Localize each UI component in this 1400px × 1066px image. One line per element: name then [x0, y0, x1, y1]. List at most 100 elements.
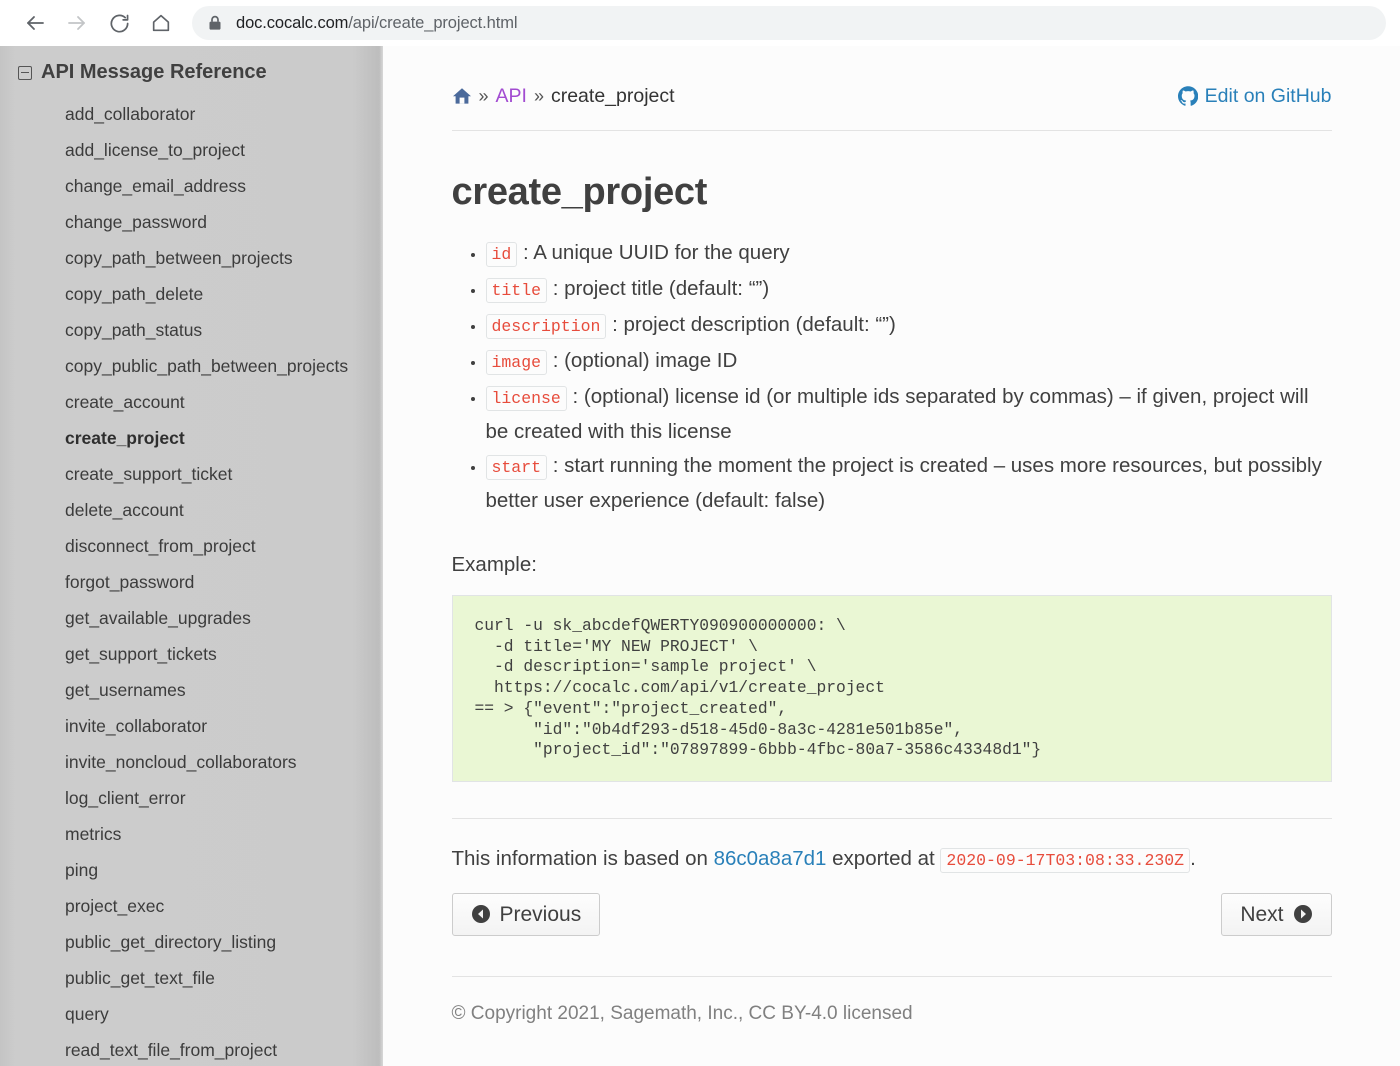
sidebar-item-label: copy_public_path_between_projects — [65, 356, 348, 376]
sidebar-item-get-support-tickets[interactable]: get_support_tickets — [0, 636, 383, 672]
sidebar-item-list: add_collaborator add_license_to_projectch… — [0, 96, 383, 1066]
previous-button[interactable]: Previous — [452, 893, 601, 936]
sidebar-item-copy-public-path-between-projects[interactable]: copy_public_path_between_projects — [0, 348, 383, 384]
breadcrumb-separator-2: » — [534, 86, 544, 107]
source-info-line: This information is based on 86c0a8a7d1 … — [452, 847, 1332, 871]
sidebar-item-label: copy_path_between_projects — [65, 248, 293, 268]
parameter-item: image : (optional) image ID — [486, 344, 1332, 379]
sidebar-navigation: API Message Reference add_collaboratorad… — [0, 46, 383, 1066]
sidebar-item-label: public_get_text_file — [65, 968, 215, 988]
sidebar-item-metrics[interactable]: metrics — [0, 816, 383, 852]
sidebar-item-label: get_usernames — [65, 680, 186, 700]
sidebar-item-label: ping — [65, 860, 98, 880]
sidebar-item-public-get-text-file[interactable]: public_get_text_file — [0, 960, 383, 996]
next-button[interactable]: Next — [1221, 893, 1331, 936]
next-button-label: Next — [1240, 904, 1283, 925]
sidebar-item-label: change_password — [65, 212, 207, 232]
sidebar-item-label: delete_account — [65, 500, 184, 520]
home-button[interactable] — [140, 2, 182, 44]
sidebar-item-invite-noncloud-collaborators[interactable]: invite_noncloud_collaborators — [0, 744, 383, 780]
sidebar-item-forgot-password[interactable]: forgot_password — [0, 564, 383, 600]
sidebar-item-label: get_support_tickets — [65, 644, 217, 664]
parameter-name-code: start — [486, 455, 548, 480]
sidebar-item-query[interactable]: query — [0, 996, 383, 1032]
sidebar-item-create-account[interactable]: create_account — [0, 384, 383, 420]
sidebar-item-log-client-error[interactable]: log_client_error — [0, 780, 383, 816]
sidebar-item-add-collaborator[interactable]: add_collaborator — [0, 96, 383, 132]
parameter-description: : (optional) license id (or multiple ids… — [486, 385, 1309, 443]
parameter-name-code: title — [486, 278, 548, 303]
main-content: » API » create_project Edit on GitHub cr… — [383, 46, 1400, 1066]
sidebar-item-ping[interactable]: ping — [0, 852, 383, 888]
sidebar-item-label: metrics — [65, 824, 121, 844]
github-icon — [1178, 86, 1198, 106]
sidebar-item-label: create_project — [65, 428, 185, 448]
info-middle: exported at — [826, 847, 940, 870]
collapse-toggle-icon[interactable] — [18, 66, 32, 80]
breadcrumb-link-api[interactable]: API — [496, 85, 527, 108]
sidebar-item-get-usernames[interactable]: get_usernames — [0, 672, 383, 708]
sidebar-item-label: change_email_address — [65, 176, 246, 196]
parameter-description: : start running the moment the project i… — [486, 454, 1322, 512]
forward-button[interactable] — [56, 2, 98, 44]
sidebar-item-copy-path-between-projects[interactable]: copy_path_between_projects — [0, 240, 383, 276]
parameter-name-code: license — [486, 386, 567, 411]
parameter-item: start : start running the moment the pro… — [486, 449, 1332, 517]
breadcrumb-current: create_project — [551, 85, 675, 108]
edit-on-github-link[interactable]: Edit on GitHub — [1178, 85, 1332, 108]
back-arrow-icon — [23, 11, 47, 35]
sidebar-item-label: public_get_directory_listing — [65, 932, 276, 952]
lock-icon — [208, 15, 222, 31]
sidebar-item-invite-collaborator[interactable]: invite_collaborator — [0, 708, 383, 744]
sidebar-item-disconnect-from-project[interactable]: disconnect_from_project — [0, 528, 383, 564]
parameter-description: : project title (default: “”) — [553, 277, 769, 300]
address-bar-url: doc.cocalc.com/api/create_project.html — [236, 14, 517, 33]
sidebar-item-label: create_account — [65, 392, 185, 412]
sidebar-item-public-get-directory-listing[interactable]: public_get_directory_listing — [0, 924, 383, 960]
sidebar-item-create-support-ticket[interactable]: create_support_ticket — [0, 456, 383, 492]
sidebar-item-label: forgot_password — [65, 572, 194, 592]
sidebar-item-add-license-to-project[interactable]: add_license_to_project — [0, 132, 383, 168]
sidebar-item-get-available-upgrades[interactable]: get_available_upgrades — [0, 600, 383, 636]
address-bar[interactable]: doc.cocalc.com/api/create_project.html — [192, 6, 1386, 40]
sidebar-item-copy-path-delete[interactable]: copy_path_delete — [0, 276, 383, 312]
parameter-item: license : (optional) license id (or mult… — [486, 380, 1332, 448]
sidebar-item-copy-path-status[interactable]: copy_path_status — [0, 312, 383, 348]
parameter-item: description : project description (defau… — [486, 308, 1332, 343]
sidebar-item-label: get_available_upgrades — [65, 608, 251, 628]
back-button[interactable] — [14, 2, 56, 44]
sidebar-item-label: copy_path_delete — [65, 284, 203, 304]
previous-button-label: Previous — [500, 904, 582, 925]
reload-icon — [108, 12, 131, 35]
content-wrapper: » API » create_project Edit on GitHub cr… — [442, 46, 1342, 1025]
arrow-left-circle-icon — [471, 904, 491, 924]
reload-button[interactable] — [98, 2, 140, 44]
parameter-name-code: image — [486, 350, 548, 375]
sidebar-item-label: invite_collaborator — [65, 716, 207, 736]
url-path: /api/create_project.html — [348, 14, 517, 32]
parameter-item: title : project title (default: “”) — [486, 272, 1332, 307]
sidebar-item-project-exec[interactable]: project_exec — [0, 888, 383, 924]
sidebar-item-label: project_exec — [65, 896, 164, 916]
info-prefix: This information is based on — [452, 847, 714, 870]
sidebar-caption-label: API Message Reference — [41, 61, 267, 84]
sidebar-item-label: copy_path_status — [65, 320, 202, 340]
commit-hash-link[interactable]: 86c0a8a7d1 — [714, 847, 827, 870]
sidebar-item-label: disconnect_from_project — [65, 536, 256, 556]
sidebar-item-create-project[interactable]: create_project — [0, 420, 383, 456]
parameter-name-code: id — [486, 242, 518, 267]
parameter-list: id : A unique UUID for the query title : … — [452, 236, 1332, 517]
edit-on-github-label: Edit on GitHub — [1205, 85, 1332, 108]
breadcrumb-separator-1: » — [479, 86, 489, 107]
page-title: create_project — [452, 171, 1332, 214]
sidebar-item-label: add_collaborator — [65, 104, 195, 124]
home-breadcrumb-icon[interactable] — [452, 87, 472, 105]
sidebar-item-change-email-address[interactable]: change_email_address — [0, 168, 383, 204]
sidebar-item-change-password[interactable]: change_password — [0, 204, 383, 240]
home-icon — [150, 12, 172, 34]
parameter-description: : A unique UUID for the query — [523, 241, 790, 264]
sidebar-caption[interactable]: API Message Reference — [0, 56, 383, 90]
browser-toolbar: doc.cocalc.com/api/create_project.html — [0, 0, 1400, 46]
sidebar-item-delete-account[interactable]: delete_account — [0, 492, 383, 528]
sidebar-item-read-text-file-from-project[interactable]: read_text_file_from_project — [0, 1032, 383, 1066]
